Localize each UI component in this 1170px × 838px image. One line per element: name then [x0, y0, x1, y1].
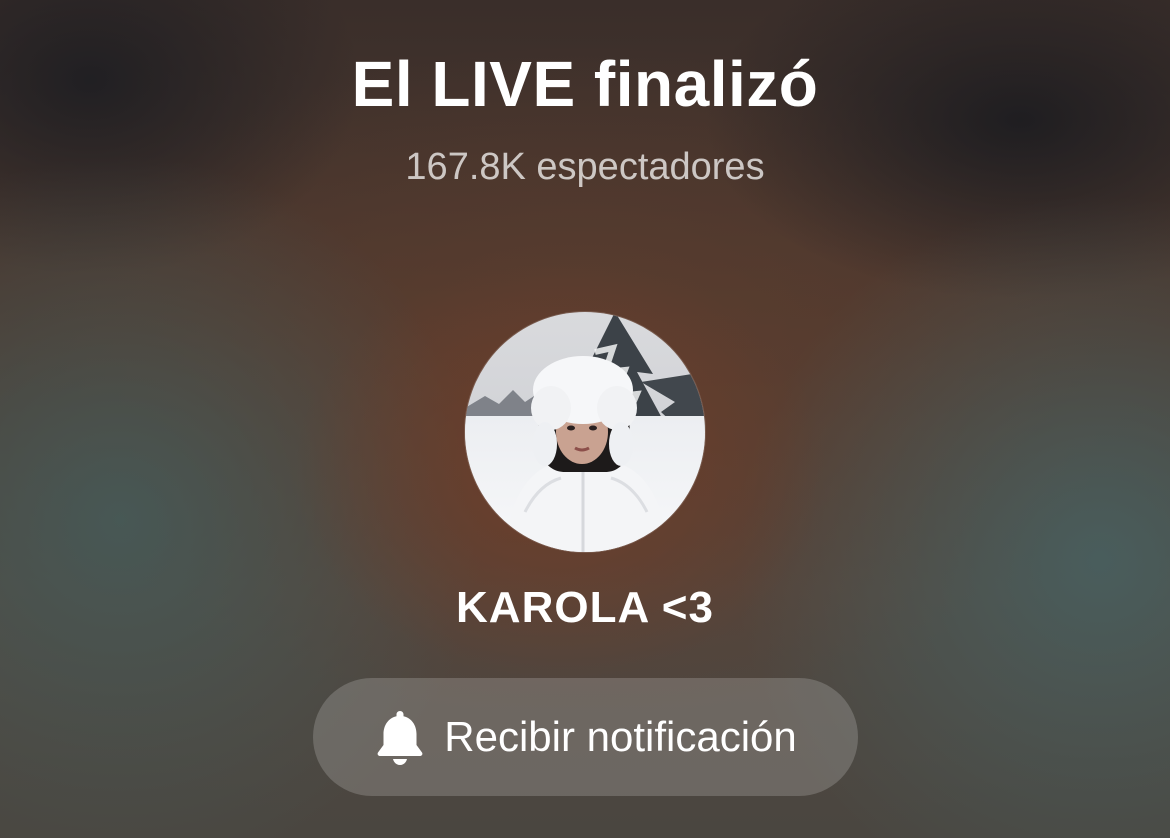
profile-photo [465, 312, 705, 552]
live-ended-title: El LIVE finalizó [351, 48, 819, 120]
avatar[interactable] [465, 312, 705, 552]
username[interactable]: KAROLA <3 [0, 580, 1170, 636]
notify-button-label: Recibir notificación [444, 713, 797, 760]
bell-icon [374, 709, 426, 765]
viewer-count: 167.8K espectadores [405, 146, 765, 188]
receive-notification-button[interactable]: Recibir notificación [313, 678, 858, 796]
